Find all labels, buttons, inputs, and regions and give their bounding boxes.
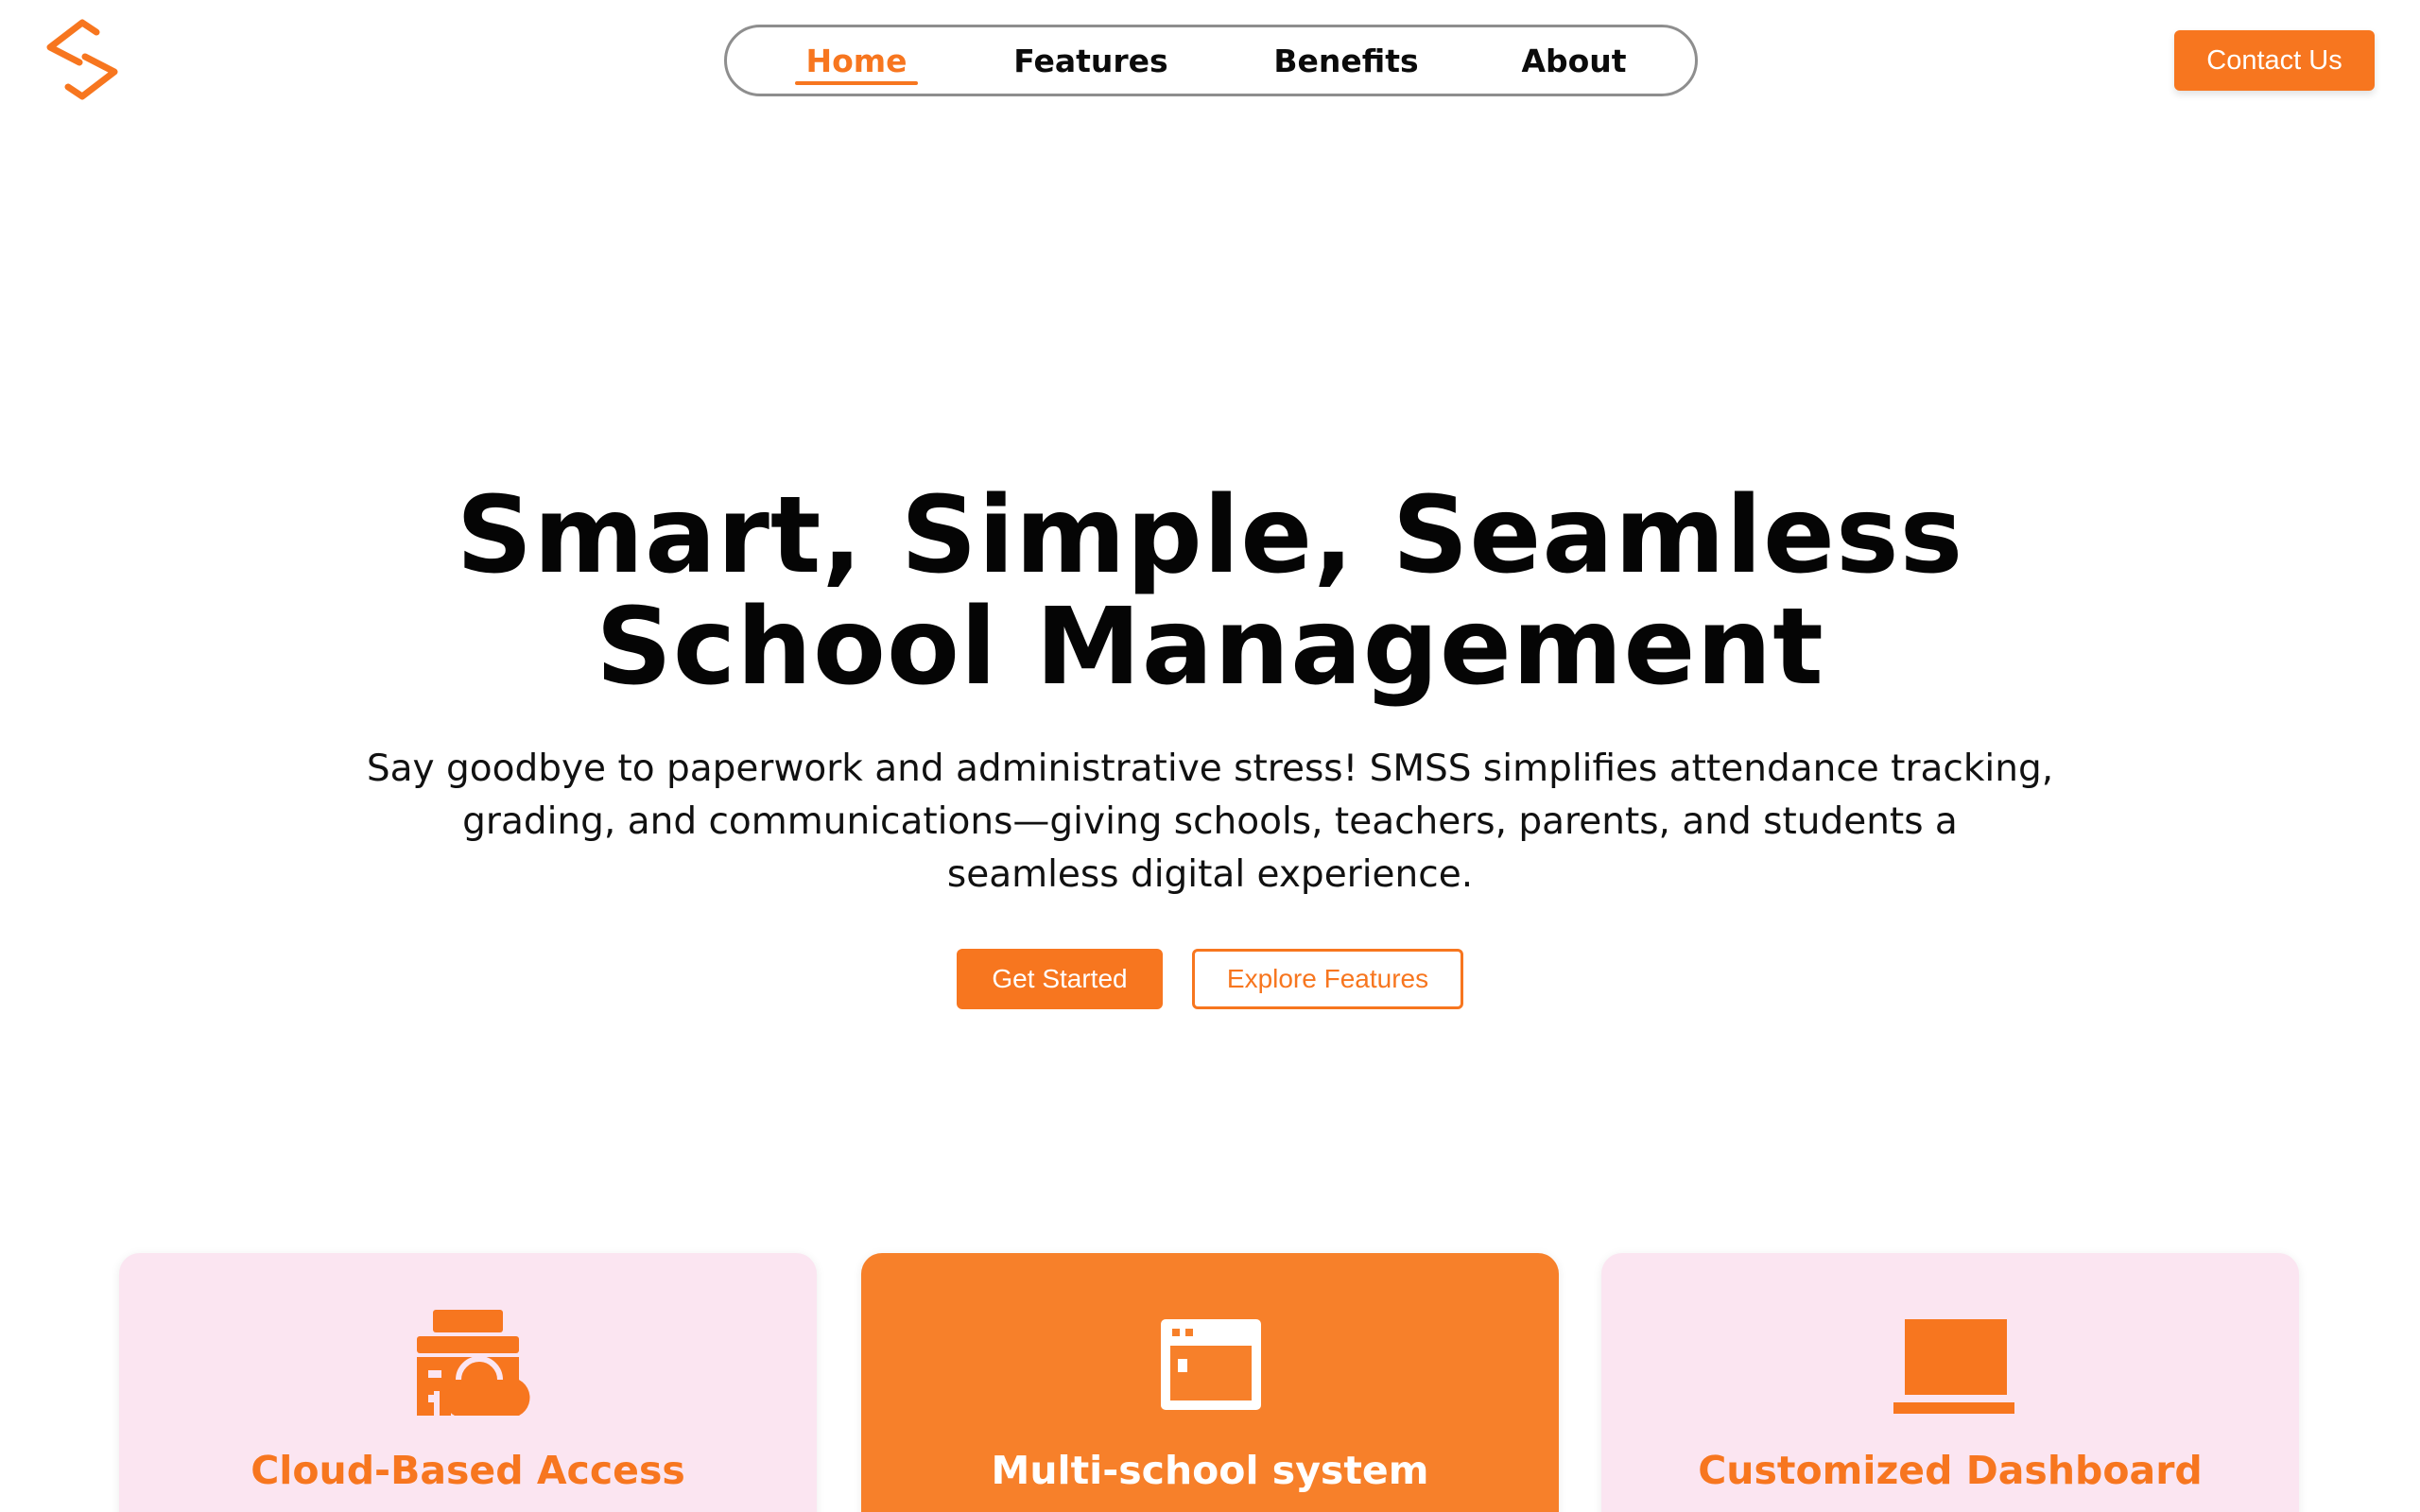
nav-home[interactable]: Home <box>795 27 918 94</box>
main-nav: Home Features Benefits About <box>724 25 1698 96</box>
hero-title: Smart, Simple, Seamless School Managemen… <box>0 480 2420 703</box>
feature-card-cloud-access[interactable]: Cloud-Based Access <box>119 1253 817 1512</box>
browser-window-icon <box>1161 1319 1261 1410</box>
contact-us-button[interactable]: Contact Us <box>2174 30 2375 91</box>
feature-card-title: Multi-school system <box>991 1448 1429 1493</box>
hero-subtitle: Say goodbye to paperwork and administrat… <box>312 743 2108 902</box>
landing-page: Home Features Benefits About Contact Us … <box>0 0 2420 1512</box>
nav-features[interactable]: Features <box>1011 27 1171 94</box>
nav-benefits-label: Benefits <box>1273 42 1419 79</box>
feature-card-title: Customized Dashboard <box>1698 1448 2203 1493</box>
laptop-icon <box>1893 1319 2014 1414</box>
nav-about-label: About <box>1521 42 1627 79</box>
hero-title-line-1: Smart, Simple, Seamless <box>456 474 1964 597</box>
explore-features-button[interactable]: Explore Features <box>1192 949 1463 1009</box>
get-started-label: Get Started <box>992 964 1128 993</box>
explore-features-label: Explore Features <box>1226 964 1429 993</box>
brand-s-logo-icon[interactable] <box>42 19 123 100</box>
hero-subtitle-line-3: seamless digital experience. <box>946 853 1474 896</box>
contact-us-label: Contact Us <box>2206 44 2342 76</box>
nav-benefits[interactable]: Benefits <box>1266 27 1426 94</box>
cloud-server-icon <box>417 1310 530 1416</box>
hero-title-line-2: School Management <box>596 586 1824 709</box>
nav-about[interactable]: About <box>1508 27 1640 94</box>
feature-card-dashboard[interactable]: Customized Dashboard <box>1601 1253 2299 1512</box>
feature-card-multi-school[interactable]: Multi-school system <box>861 1253 1559 1512</box>
hero-subtitle-line-2: grading, and communications—giving schoo… <box>462 800 1958 843</box>
nav-home-label: Home <box>805 42 908 79</box>
feature-card-title: Cloud-Based Access <box>251 1448 685 1493</box>
nav-features-label: Features <box>1013 42 1168 79</box>
get-started-button[interactable]: Get Started <box>957 949 1163 1009</box>
hero-subtitle-line-1: Say goodbye to paperwork and administrat… <box>366 747 2054 790</box>
